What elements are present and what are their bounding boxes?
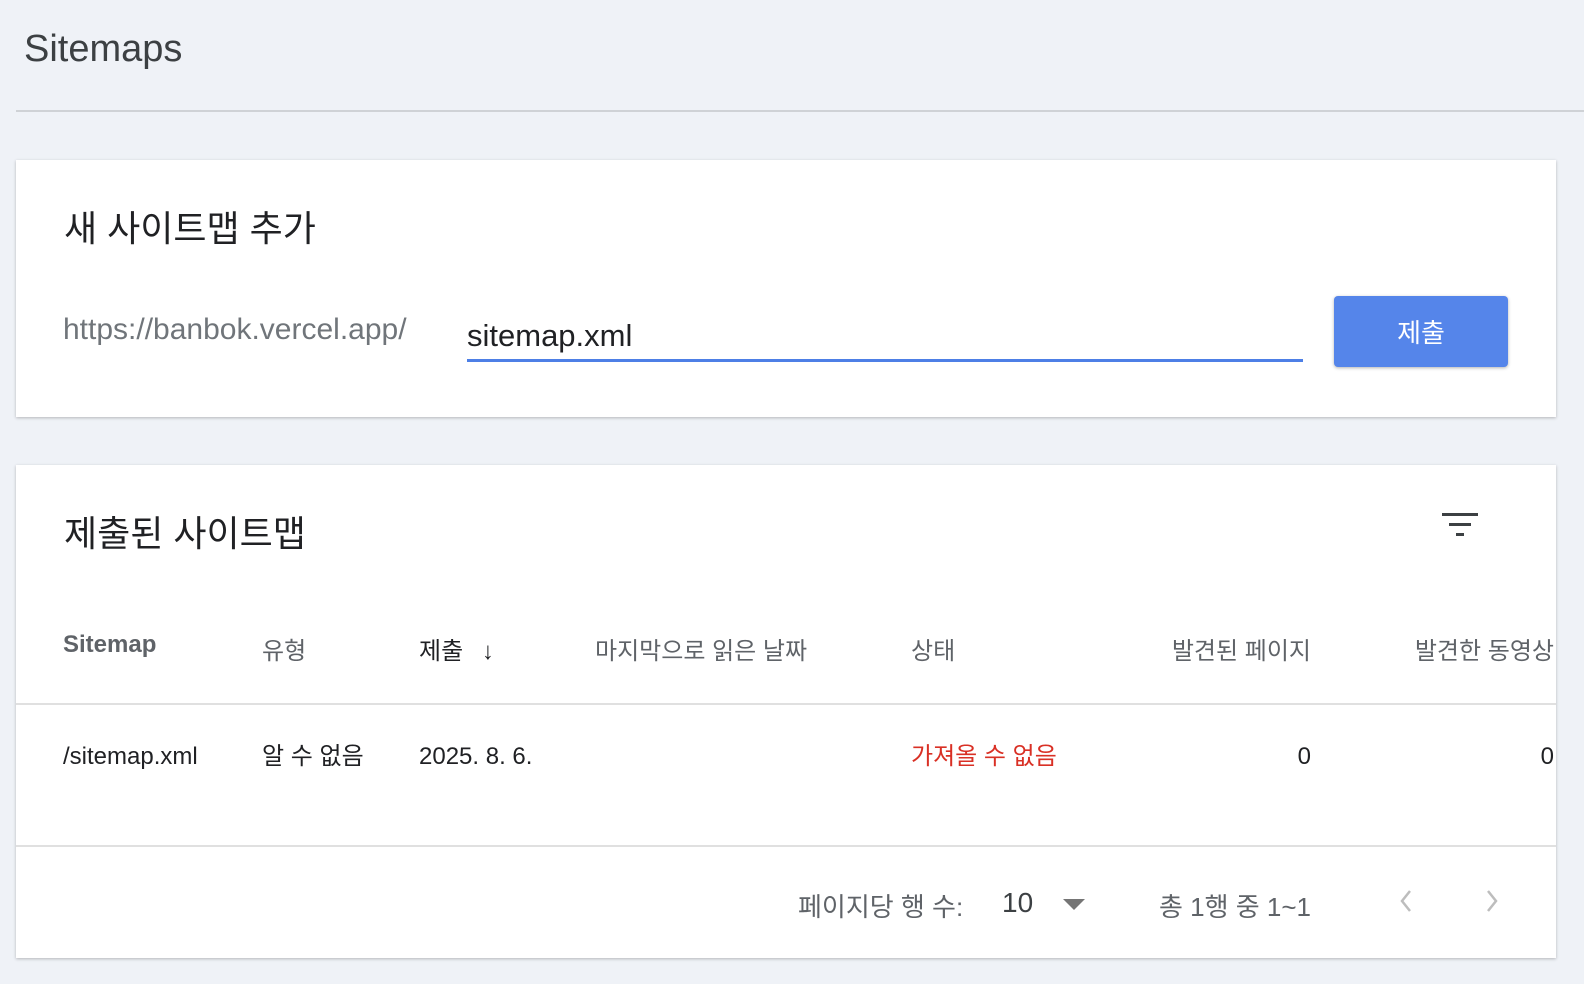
- submit-button[interactable]: 제출: [1334, 296, 1508, 367]
- column-header-submitted[interactable]: 제출 ↓: [419, 631, 494, 666]
- column-header-last-read[interactable]: 마지막으로 읽은 날짜: [595, 631, 807, 666]
- page-title: Sitemaps: [24, 28, 183, 70]
- cell-pages: 0: [1297, 743, 1311, 770]
- divider: [16, 110, 1584, 112]
- column-header-pages[interactable]: 발견된 페이지: [1172, 631, 1311, 666]
- column-header-status[interactable]: 상태: [911, 631, 955, 666]
- cell-submitted: 2025. 8. 6.: [419, 743, 533, 770]
- rows-per-page-select[interactable]: 10: [1002, 887, 1086, 919]
- sort-arrow-down-icon: ↓: [481, 638, 494, 665]
- column-header-submitted-label: 제출: [419, 638, 464, 665]
- filter-icon[interactable]: [1440, 509, 1480, 539]
- add-sitemap-card: 새 사이트맵 추가 https://banbok.vercel.app/ 제출: [16, 160, 1556, 417]
- dropdown-arrow-icon: [1063, 899, 1086, 911]
- previous-page-icon[interactable]: [1396, 887, 1416, 915]
- add-sitemap-title: 새 사이트맵 추가: [64, 208, 316, 249]
- cell-type: 알 수 없음: [262, 743, 364, 770]
- sitemap-url-input[interactable]: [467, 308, 1303, 362]
- rows-per-page-label: 페이지당 행 수:: [798, 892, 964, 922]
- submitted-sitemaps-title: 제출된 사이트맵: [64, 513, 306, 554]
- column-header-videos[interactable]: 발견한 동영상: [1415, 631, 1554, 666]
- row-divider: [16, 845, 1556, 847]
- header-divider: [16, 703, 1556, 705]
- url-prefix: https://banbok.vercel.app/: [63, 313, 407, 346]
- column-header-type[interactable]: 유형: [262, 631, 306, 666]
- pagination-range: 총 1행 중 1~1: [1159, 892, 1311, 922]
- cell-videos: 0: [1540, 743, 1554, 770]
- submitted-sitemaps-card: 제출된 사이트맵 Sitemap 유형 제출 ↓ 마지막으로 읽은 날짜 상태 …: [16, 465, 1556, 958]
- cell-sitemap[interactable]: /sitemap.xml: [63, 733, 213, 781]
- next-page-icon[interactable]: [1482, 887, 1502, 915]
- column-header-sitemap[interactable]: Sitemap: [63, 631, 156, 659]
- rows-per-page-value: 10: [1002, 887, 1034, 918]
- cell-status: 가져올 수 없음: [911, 743, 1057, 770]
